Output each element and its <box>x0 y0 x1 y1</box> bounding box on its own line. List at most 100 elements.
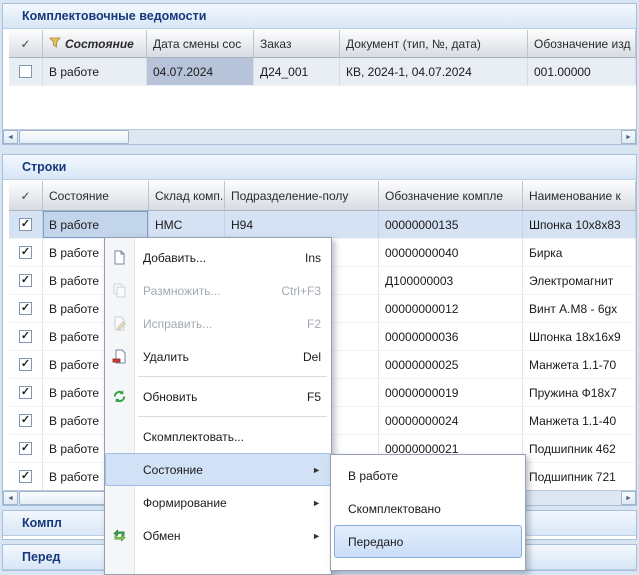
cell-warehouse[interactable]: НМС <box>149 211 225 239</box>
cell-designation[interactable]: 00000000036 <box>379 323 523 351</box>
column-header-check[interactable]: ✓ <box>9 181 43 210</box>
picking-lists-table-header: ✓ Состояние Дата смены сос Заказ Докумен… <box>9 30 636 58</box>
submenu-item-assembled[interactable]: Скомплектовано <box>331 492 525 525</box>
cell-designation[interactable]: 00000000135 <box>379 211 523 239</box>
scroll-right-button[interactable]: ► <box>621 491 636 505</box>
menu-item-duplicate[interactable]: Размножить... Ctrl+F3 <box>105 274 331 307</box>
cell-name[interactable]: Электромагнит <box>523 267 636 295</box>
panel-title: Комплектовочные ведомости <box>22 9 206 23</box>
row-check-cell: ✓ <box>9 463 43 491</box>
cell-designation[interactable]: 00000000025 <box>379 351 523 379</box>
add-document-icon <box>112 250 135 265</box>
row-checkbox[interactable]: ✓ <box>19 470 32 483</box>
cell-document[interactable]: КВ, 2024-1, 04.07.2024 <box>340 58 528 86</box>
column-header-warehouse[interactable]: Склад комп. <box>149 181 225 210</box>
menu-item-state[interactable]: Состояние ► <box>105 453 331 486</box>
menu-separator <box>105 413 331 420</box>
row-checkbox[interactable]: ✓ <box>19 246 32 259</box>
horizontal-scrollbar[interactable]: ◄ ► <box>3 129 636 144</box>
cell-name[interactable]: Пружина Ф18х7 <box>523 379 636 407</box>
panel-picking-lists-header[interactable]: Комплектовочные ведомости <box>3 4 636 29</box>
submenu-item-label: В работе <box>348 469 398 483</box>
menu-item-delete[interactable]: Удалить Del <box>105 340 331 373</box>
panel-title: Перед <box>22 550 60 564</box>
cell-name[interactable]: Винт А.М8 - 6gх <box>523 295 636 323</box>
row-checkbox[interactable]: ✓ <box>19 218 32 231</box>
cell-name[interactable]: Подшипник 721 <box>523 463 636 491</box>
cell-designation[interactable]: 00000000019 <box>379 379 523 407</box>
cell-designation[interactable]: Д100000003 <box>379 267 523 295</box>
column-header-state[interactable]: Состояние <box>43 30 147 57</box>
menu-item-label: Скомплектовать... <box>143 430 244 444</box>
row-checkbox[interactable] <box>19 65 32 78</box>
copy-document-icon <box>112 283 135 298</box>
menu-item-assemble[interactable]: Скомплектовать... <box>105 420 331 453</box>
panel-lines-header[interactable]: Строки <box>3 155 636 180</box>
cell-name[interactable]: Шпонка 18х16х9 <box>523 323 636 351</box>
menu-item-refresh[interactable]: Обновить F5 <box>105 380 331 413</box>
cell-designation[interactable]: 00000000040 <box>379 239 523 267</box>
scroll-left-button[interactable]: ◄ <box>3 491 18 505</box>
application-window: Комплектовочные ведомости ✓ Состояние Да… <box>0 0 639 571</box>
column-header-date[interactable]: Дата смены сос <box>147 30 254 57</box>
row-check-cell: ✓ <box>9 379 43 407</box>
refresh-icon <box>112 389 135 404</box>
menu-item-add[interactable]: Добавить... Ins <box>105 241 331 274</box>
cell-name[interactable]: Манжета 1.1-70 <box>523 351 636 379</box>
row-check-cell: ✓ <box>9 211 43 239</box>
scroll-thumb[interactable] <box>19 130 129 144</box>
submenu-arrow-icon: ► <box>312 531 321 541</box>
cell-designation[interactable]: 001.00000 <box>528 58 636 86</box>
cell-date[interactable]: 04.07.2024 <box>147 58 254 86</box>
submenu-item-in-progress[interactable]: В работе <box>331 459 525 492</box>
submenu-item-label: Передано <box>348 535 403 549</box>
cell-order[interactable]: Д24_001 <box>254 58 340 86</box>
scroll-right-button[interactable]: ► <box>621 130 636 144</box>
cell-designation[interactable]: 00000000024 <box>379 407 523 435</box>
left-arrow-icon: ◄ <box>7 495 14 502</box>
submenu-arrow-icon: ► <box>312 498 321 508</box>
row-checkbox[interactable]: ✓ <box>19 442 32 455</box>
menu-separator <box>105 373 331 380</box>
column-header-designation[interactable]: Обозначение изд <box>528 30 636 57</box>
submenu-item-transferred[interactable]: Передано <box>334 525 522 558</box>
column-header-order[interactable]: Заказ <box>254 30 340 57</box>
cell-name[interactable]: Бирка <box>523 239 636 267</box>
column-header-document[interactable]: Документ (тип, №, дата) <box>340 30 528 57</box>
cell-designation[interactable]: 00000000012 <box>379 295 523 323</box>
cell-name[interactable]: Подшипник 462 <box>523 435 636 463</box>
cell-name[interactable]: Шпонка 10х8х83 <box>523 211 636 239</box>
row-checkbox[interactable]: ✓ <box>19 330 32 343</box>
row-checkbox[interactable]: ✓ <box>19 386 32 399</box>
menu-item-formation[interactable]: Формирование ► <box>105 486 331 519</box>
column-header-name[interactable]: Наименование к <box>523 181 636 210</box>
delete-document-icon <box>112 349 135 364</box>
column-header-label: Состояние <box>65 37 134 51</box>
column-header-check[interactable]: ✓ <box>9 30 43 57</box>
cell-name[interactable]: Манжета 1.1-40 <box>523 407 636 435</box>
table-row[interactable]: ✓ В работе НМС Н94 00000000135 Шпонка 10… <box>9 211 636 239</box>
row-checkbox[interactable]: ✓ <box>19 414 32 427</box>
menu-item-label: Формирование <box>143 496 227 510</box>
menu-item-exchange[interactable]: Обмен ► <box>105 519 331 552</box>
menu-item-edit[interactable]: Исправить... F2 <box>105 307 331 340</box>
picking-lists-table: ✓ Состояние Дата смены сос Заказ Докумен… <box>9 30 636 86</box>
edit-document-icon <box>112 316 135 331</box>
table-row[interactable]: В работе 04.07.2024 Д24_001 КВ, 2024-1, … <box>9 58 636 86</box>
row-checkbox[interactable]: ✓ <box>19 358 32 371</box>
menu-item-label: Состояние <box>143 463 203 477</box>
state-submenu: В работе Скомплектовано Передано <box>330 454 526 571</box>
column-header-department[interactable]: Подразделение-полу <box>225 181 379 210</box>
right-arrow-icon: ► <box>625 134 632 141</box>
row-checkbox[interactable]: ✓ <box>19 302 32 315</box>
scroll-track[interactable] <box>18 130 621 144</box>
cell-state[interactable]: В работе <box>43 211 149 239</box>
cell-department[interactable]: Н94 <box>225 211 379 239</box>
row-checkbox[interactable]: ✓ <box>19 274 32 287</box>
column-header-state[interactable]: Состояние <box>43 181 149 210</box>
menu-item-label: Обмен <box>143 529 181 543</box>
cell-state[interactable]: В работе <box>43 58 147 86</box>
column-header-designation[interactable]: Обозначение компле <box>379 181 523 210</box>
left-arrow-icon: ◄ <box>7 134 14 141</box>
scroll-left-button[interactable]: ◄ <box>3 130 18 144</box>
